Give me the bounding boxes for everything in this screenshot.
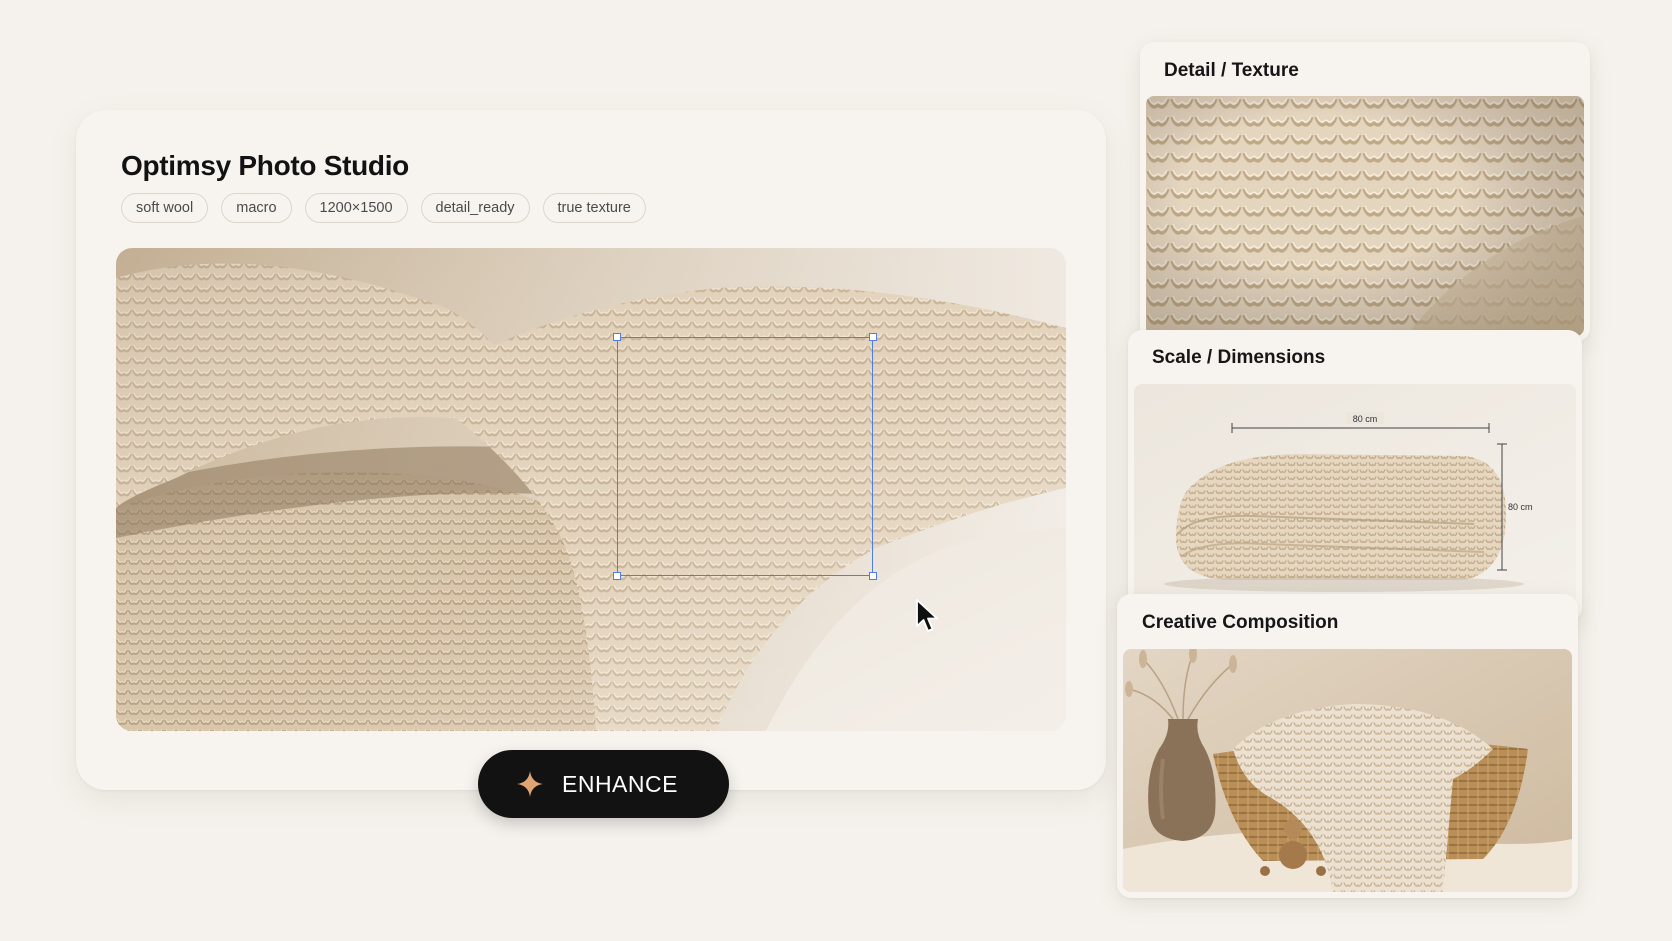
scale-dimensions-title: Scale / Dimensions	[1152, 347, 1326, 368]
main-photo-canvas[interactable]	[116, 248, 1066, 731]
detail-texture-title: Detail / Texture	[1164, 60, 1299, 81]
scale-dimensions-image: 80 cm 80 cm	[1134, 384, 1576, 616]
tag-detail-ready[interactable]: detail_ready	[420, 193, 530, 223]
resize-handle-top-left[interactable]	[613, 333, 621, 341]
tag-true-texture[interactable]: true texture	[542, 193, 646, 223]
width-dimension-label: 80 cm	[1353, 414, 1378, 424]
page-title: Optimsy Photo Studio	[121, 150, 409, 181]
mouse-pointer-icon	[916, 599, 938, 632]
tag-list: soft wool macro 1200×1500 detail_ready t…	[121, 193, 646, 223]
enhance-button[interactable]: ENHANCE	[478, 750, 729, 818]
detail-texture-image	[1146, 96, 1584, 336]
sparkle-icon	[517, 771, 543, 797]
creative-composition-image	[1123, 649, 1572, 892]
crop-selection-box[interactable]	[613, 333, 877, 580]
scale-dimensions-card[interactable]: Scale / Dimensions 80 cm 80 cm	[1128, 330, 1582, 622]
tag-macro[interactable]: macro	[221, 193, 292, 223]
knit-fabric-photo	[116, 248, 1066, 731]
tag-resolution[interactable]: 1200×1500	[304, 193, 408, 223]
creative-composition-title: Creative Composition	[1142, 612, 1339, 633]
resize-handle-top-right[interactable]	[869, 333, 877, 341]
detail-texture-card[interactable]: Detail / Texture	[1140, 42, 1590, 342]
tag-soft-wool[interactable]: soft wool	[121, 193, 209, 223]
resize-handle-bottom-left[interactable]	[613, 572, 621, 580]
resize-handle-bottom-right[interactable]	[869, 572, 877, 580]
studio-card: Optimsy Photo Studio soft wool macro 120…	[76, 110, 1106, 790]
height-dimension-label: 80 cm	[1508, 502, 1533, 512]
creative-composition-card[interactable]: Creative Composition	[1117, 594, 1578, 898]
enhance-button-label: ENHANCE	[562, 770, 678, 797]
